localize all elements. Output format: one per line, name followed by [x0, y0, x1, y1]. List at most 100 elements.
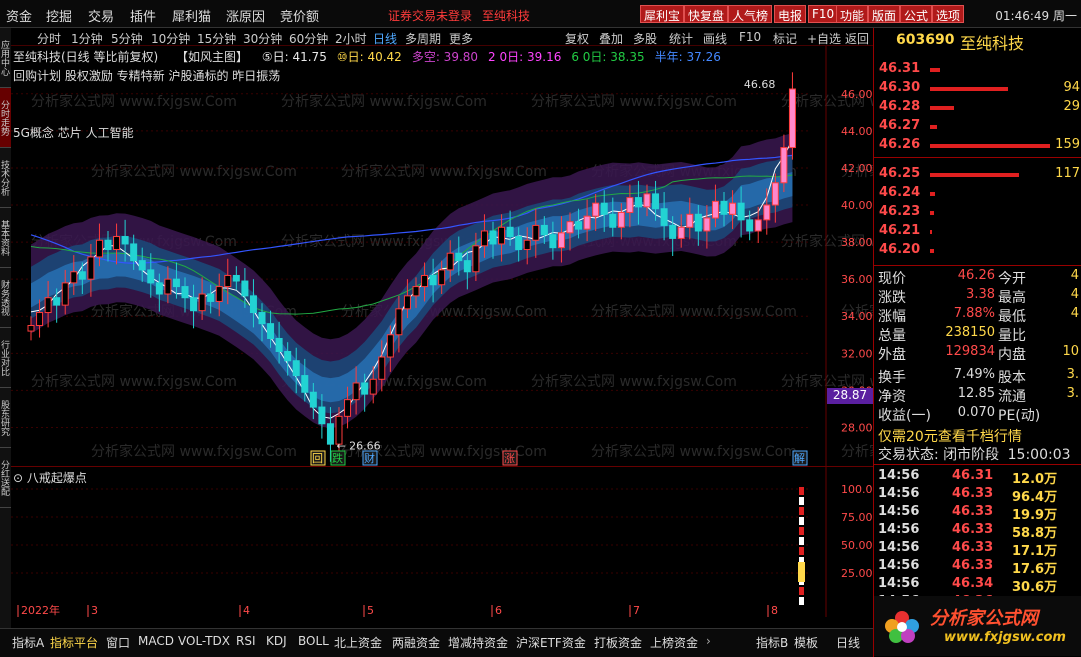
buy-level[interactable]: 46.25 117 — [874, 165, 1081, 184]
buy-level[interactable]: 46.23 — [874, 203, 1081, 222]
sell-level[interactable]: 46.28 29 — [874, 98, 1081, 117]
side-tab-technical[interactable]: 技术分析 — [0, 148, 11, 208]
menu-funds[interactable]: 资金 — [6, 6, 32, 25]
tool-back[interactable]: 返回 — [845, 30, 869, 47]
stat-label: 外盘 — [878, 347, 906, 363]
period-tab-10min[interactable]: 10分钟 — [151, 30, 190, 47]
tick-row: 14:56 46.31 12.0万 — [874, 468, 1081, 487]
period-tab-timeshare[interactable]: 分时 — [37, 30, 61, 47]
period-tab-multi[interactable]: 多周期 — [405, 30, 441, 47]
tool-adjust[interactable]: 复权 — [565, 30, 589, 47]
main-kline-chart[interactable]: 分析家公式网 www.fxjgsw.Com 分析家公式网 www.fxjgsw.C… — [11, 46, 1047, 466]
candle-body — [403, 295, 411, 310]
promo-link[interactable]: 仅需20元查看千档行情 — [878, 426, 1022, 446]
candle-body — [677, 226, 685, 239]
menu-rise-reason[interactable]: 涨原因 — [226, 6, 265, 25]
tick-time: 14:56 — [878, 540, 920, 555]
sub-title-text: 八戒起爆点 — [26, 471, 87, 485]
tool-hotlist-button[interactable]: 人气榜 — [728, 5, 773, 23]
btab-boll[interactable]: BOLL — [298, 634, 329, 648]
tool-multistock[interactable]: 多股 — [633, 30, 657, 47]
dropdown-icon[interactable]: ⊙ — [13, 471, 27, 485]
period-tab-daily[interactable]: 日线 — [373, 30, 397, 47]
tool-stats[interactable]: 统计 — [669, 30, 693, 47]
login-warning[interactable]: 证券交易未登录 — [388, 7, 472, 24]
sub-indicator-title: ⊙ 八戒起爆点 — [13, 469, 87, 486]
tool-xilibao-button[interactable]: 犀利宝 — [640, 5, 685, 23]
candle-body — [566, 221, 574, 234]
btab-template[interactable]: 模板 — [794, 634, 818, 651]
candle-body — [249, 295, 257, 314]
buy-level[interactable]: 46.20 — [874, 241, 1081, 260]
btab-board-funds[interactable]: 打板资金 — [594, 634, 642, 651]
tool-add-watch[interactable]: +自选 — [807, 30, 841, 47]
buy-level[interactable]: 46.21 — [874, 222, 1081, 241]
tool-mark[interactable]: 标记 — [773, 30, 797, 47]
stat-label: 股本 — [998, 370, 1026, 386]
ma-legend: ⑤日: 41.75 ⑩日: 40.42 多空: 39.80 2 0日: 39.16 6 … — [252, 50, 721, 64]
btab-window[interactable]: 窗口 — [106, 634, 130, 651]
btab-scroll-right-icon[interactable]: › — [706, 634, 711, 648]
tool-telegram-button[interactable]: 电报 — [774, 5, 807, 23]
btab-kdj[interactable]: KDJ — [266, 634, 287, 648]
side-tab-apps[interactable]: 应用中心 — [0, 28, 11, 88]
signal-bar-segment — [799, 547, 804, 555]
period-tab-60min[interactable]: 60分钟 — [289, 30, 328, 47]
menu-mining[interactable]: 挖掘 — [46, 6, 72, 25]
sell-level[interactable]: 46.27 — [874, 117, 1081, 136]
btab-vol-tdx[interactable]: VOL-TDX — [178, 634, 230, 648]
site-logo: 分析家公式网 www.fxjgsw.com — [874, 596, 1081, 656]
btab-northbound[interactable]: 北上资金 — [334, 634, 382, 651]
btab-indicator-b[interactable]: 指标B — [756, 634, 788, 651]
menu-auction[interactable]: 竞价额 — [280, 6, 319, 25]
btab-holding-change[interactable]: 增减持资金 — [448, 634, 508, 651]
btab-indicator-a[interactable]: 指标A — [12, 634, 44, 651]
btab-margin[interactable]: 两融资金 — [392, 634, 440, 651]
btab-list-funds[interactable]: 上榜资金 — [650, 634, 698, 651]
stat-label: 最高 — [998, 290, 1026, 306]
chart-indicator-name[interactable]: 【如风主图】 — [176, 50, 248, 64]
period-tab-1min[interactable]: 1分钟 — [71, 30, 103, 47]
menu-xilimao[interactable]: 犀利猫 — [172, 6, 211, 25]
watermark-text: 分析家公式网 www.fxjgsw.Com — [841, 443, 873, 460]
stat-value: 10 — [1062, 344, 1079, 359]
sell-level[interactable]: 46.26 159 — [874, 136, 1081, 155]
period-tab-30min[interactable]: 30分钟 — [243, 30, 282, 47]
tick-price: 46.33 — [952, 486, 994, 501]
tool-overlay[interactable]: 叠加 — [599, 30, 623, 47]
sub-indicator-chart[interactable]: 100.00 75.00 50.00 25.00 2022年 3 4 5 6 7 8 ⊙ 八戒起爆点 — [11, 466, 880, 617]
watermark-text: 分析家公式网 www.fxjgsw.Com — [531, 93, 737, 110]
sell-level[interactable]: 46.30 94 — [874, 79, 1081, 98]
btab-indicator-platform[interactable]: 指标平台 — [50, 634, 98, 651]
tool-f10[interactable]: F10 — [739, 30, 761, 44]
tool-draw[interactable]: 画线 — [703, 30, 727, 47]
tool-layout-button[interactable]: 版面 — [868, 5, 901, 23]
side-tab-finance[interactable]: 财务透视 — [0, 268, 11, 328]
side-tab-holders[interactable]: 股东研究 — [0, 388, 11, 448]
tool-options-button[interactable]: 选项 — [932, 5, 965, 23]
month-label: 3 — [91, 604, 98, 617]
period-tab-5min[interactable]: 5分钟 — [111, 30, 143, 47]
btab-rsi[interactable]: RSI — [236, 634, 256, 648]
tool-formula-button[interactable]: 公式 — [900, 5, 933, 23]
period-tab-2hour[interactable]: 2小时 — [335, 30, 367, 47]
btab-macd[interactable]: MACD — [138, 634, 174, 648]
side-tab-profile[interactable]: 基本资料 — [0, 208, 11, 268]
tool-f10-button[interactable]: F10 — [808, 5, 839, 23]
tool-function-button[interactable]: 功能 — [836, 5, 869, 23]
tick-volume: 30.6万 — [1012, 580, 1058, 595]
menu-plugins[interactable]: 插件 — [130, 6, 156, 25]
period-tab-more[interactable]: 更多 — [449, 30, 473, 47]
side-tab-dividend[interactable]: 分红送配 — [0, 448, 11, 508]
sell-level[interactable]: 46.31 — [874, 60, 1081, 79]
buy-level[interactable]: 46.24 — [874, 184, 1081, 203]
btab-etf-funds[interactable]: 沪深ETF资金 — [516, 634, 586, 651]
menu-trade[interactable]: 交易 — [88, 6, 114, 25]
candle-body — [617, 211, 625, 228]
period-tab-15min[interactable]: 15分钟 — [197, 30, 236, 47]
candle-body — [147, 269, 155, 284]
watermark-text: 分析家公式网 www.fxjgsw.Com — [531, 373, 737, 390]
tool-review-button[interactable]: 快复盘 — [684, 5, 729, 23]
side-tab-timeshare[interactable]: 分时走势 — [0, 88, 11, 148]
side-tab-industry[interactable]: 行业对比 — [0, 328, 11, 388]
